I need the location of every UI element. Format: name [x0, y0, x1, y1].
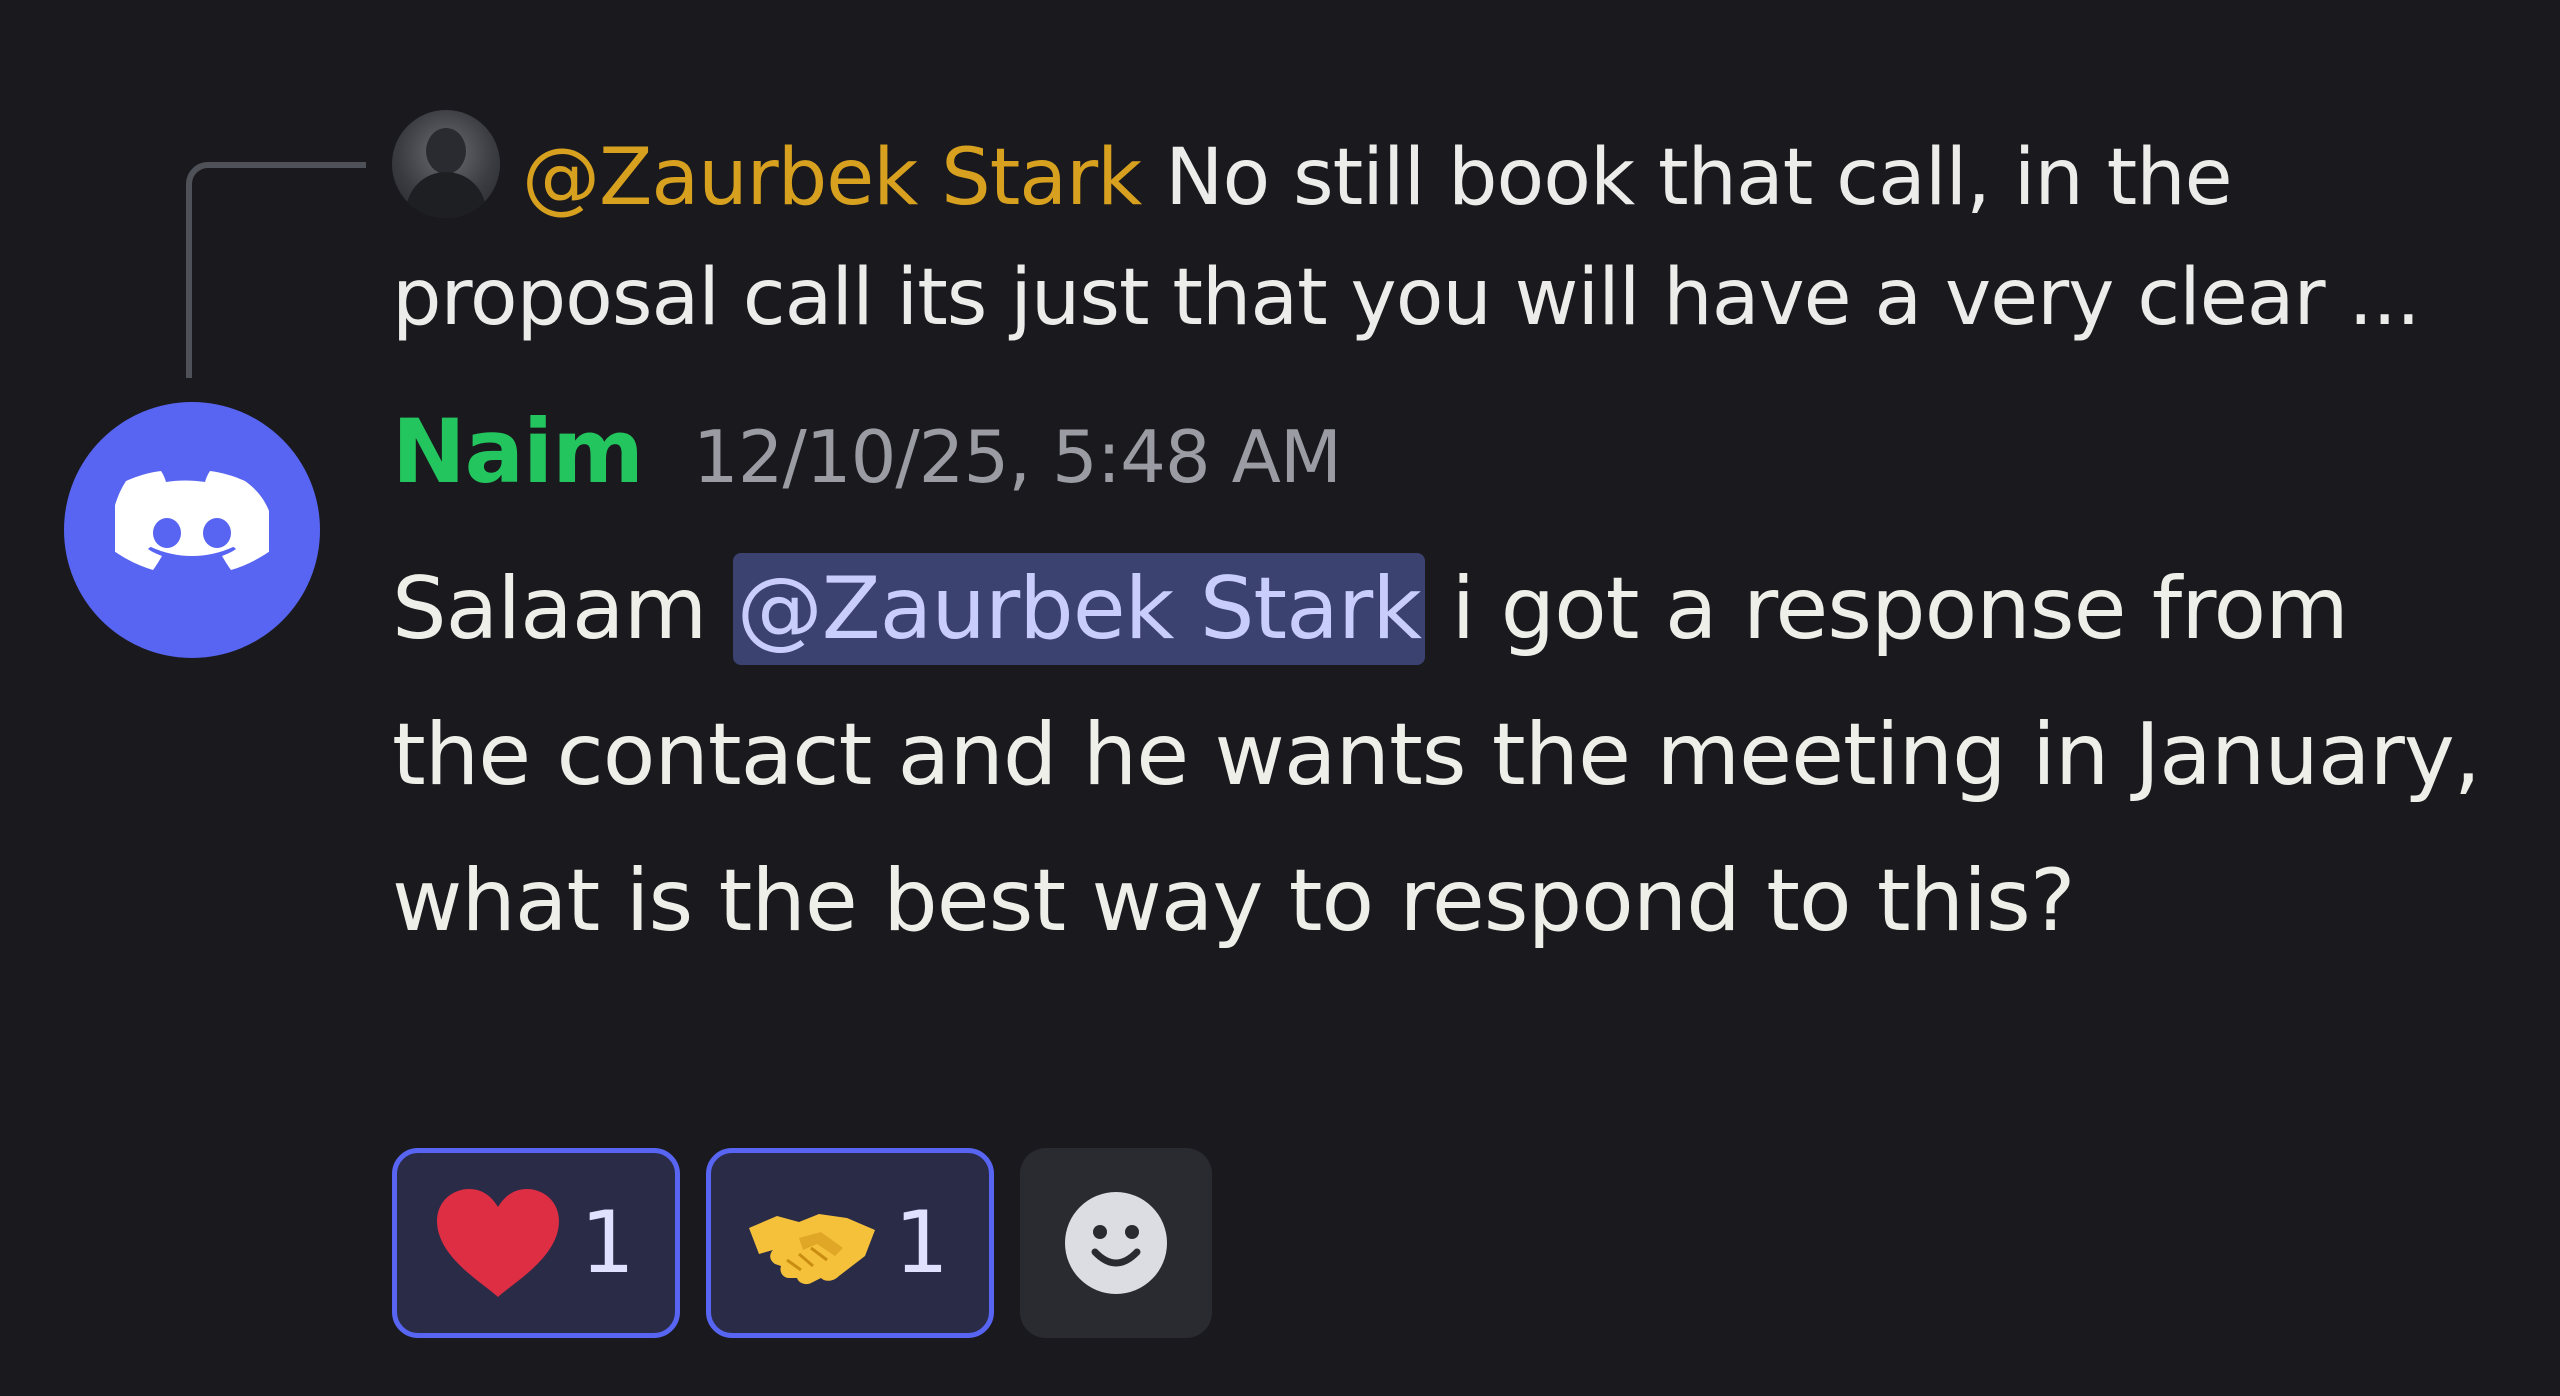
reply-author-mention[interactable]: @Zaurbek Stark: [522, 133, 1142, 223]
reaction-heart[interactable]: 1: [392, 1148, 680, 1338]
author-name[interactable]: Naim: [392, 400, 644, 503]
author-avatar[interactable]: [64, 402, 320, 658]
smiley-icon: [1065, 1192, 1167, 1294]
message-header: Naim 12/10/25, 5:48 AM: [392, 400, 1342, 520]
add-reaction-button[interactable]: [1020, 1148, 1212, 1338]
heart-icon: [437, 1189, 559, 1297]
message-content: Salaam @Zaurbek Stark i got a response f…: [392, 536, 2512, 974]
reaction-count: 1: [580, 1193, 635, 1293]
reaction-count: 1: [894, 1193, 949, 1293]
discord-logo-icon: [115, 471, 269, 570]
reaction-handshake[interactable]: 1: [706, 1148, 994, 1338]
reply-preview[interactable]: @Zaurbek Stark No still book that call, …: [392, 118, 2482, 358]
message-text-before: Salaam: [392, 559, 733, 659]
user-mention[interactable]: @Zaurbek Stark: [732, 553, 1425, 665]
handshake-icon: [749, 1214, 875, 1285]
message-timestamp: 12/10/25, 5:48 AM: [692, 415, 1342, 499]
reply-connector-line: [186, 162, 366, 378]
reactions-bar: 1 1: [392, 1148, 1212, 1338]
